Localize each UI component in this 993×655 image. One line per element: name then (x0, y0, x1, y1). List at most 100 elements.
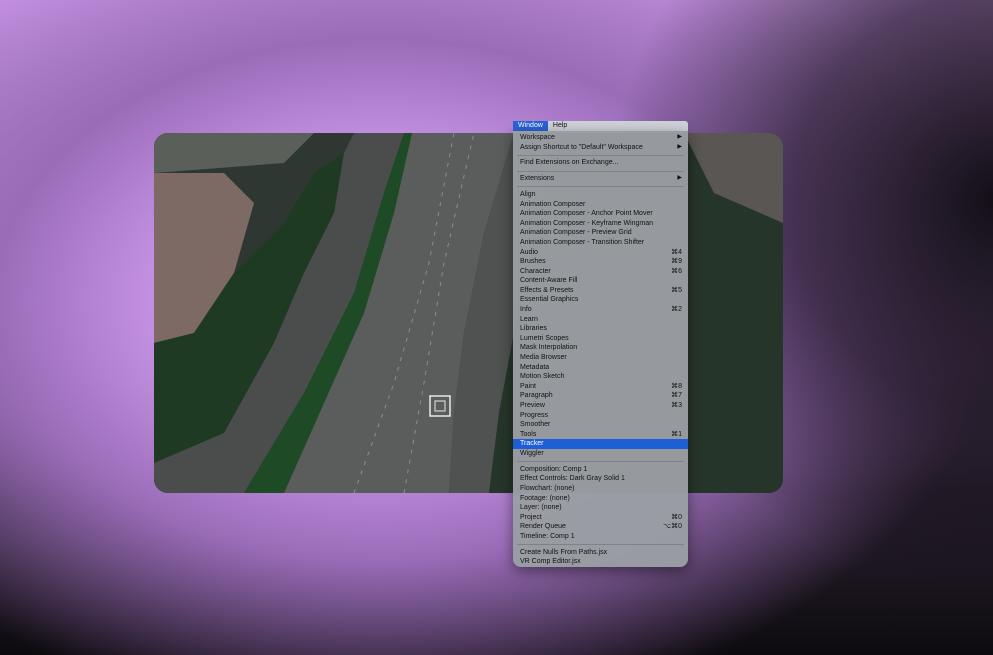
menu-item-label: Animation Composer - Transition Shifter (520, 238, 645, 246)
menu-item-animation-composer-keyframe-wingman[interactable]: Animation Composer - Keyframe Wingman (513, 219, 688, 229)
menu-item-label: Extensions (520, 175, 555, 183)
menu-item-label: Animation Composer (520, 200, 586, 208)
menu-item-label: Timeline: Comp 1 (520, 532, 575, 540)
menu-bar: Window Help (513, 121, 688, 131)
menu-item-shortcut: ⌘3 (671, 402, 682, 409)
menu-item-create-nulls-from-paths-jsx[interactable]: Create Nulls From Paths.jsx (513, 548, 688, 558)
menu-item-motion-sketch[interactable]: Motion Sketch (513, 372, 688, 382)
menu-item-preview[interactable]: Preview ⌘3 (513, 401, 688, 411)
menu-item-label: VR Comp Editor.jsx (520, 558, 581, 566)
menu-item-timeline-comp-1[interactable]: Timeline: Comp 1 (513, 532, 688, 542)
menu-item-flowchart-none[interactable]: Flowchart: (none) (513, 484, 688, 494)
menu-item-label: Assign Shortcut to "Default" Workspace (520, 143, 643, 151)
menu-item-composition-comp-1[interactable]: Composition: Comp 1 (513, 465, 688, 475)
menu-item-shortcut: ⌘0 (671, 513, 682, 521)
menu-item-libraries[interactable]: Libraries (513, 324, 688, 334)
menu-item-paragraph[interactable]: Paragraph ⌘7 (513, 391, 688, 401)
menu-item-brushes[interactable]: Brushes ⌘9 (513, 257, 688, 267)
menu-separator (517, 154, 684, 156)
menu-item-align[interactable]: Align (513, 190, 688, 200)
menu-item-label: Content-Aware Fill (520, 277, 578, 285)
menu-item-label: Character (520, 267, 551, 275)
menu-item-label: Media Browser (520, 354, 567, 362)
menu-item-label: Animation Composer - Preview Grid (520, 229, 632, 237)
menu-item-label: Effect Controls: Dark Gray Solid 1 (520, 475, 625, 483)
menu-separator (517, 170, 684, 172)
video-preview (154, 133, 783, 493)
triangle-right-icon: ▶ (677, 175, 682, 182)
menu-item-vr-comp-editor-jsx[interactable]: VR Comp Editor.jsx (513, 557, 688, 567)
menu-item-label: Render Queue (520, 523, 566, 531)
menu-item-character[interactable]: Character ⌘6 (513, 267, 688, 277)
menu-item-tools[interactable]: Tools ⌘1 (513, 430, 688, 440)
menu-item-label: Essential Graphics (520, 296, 579, 304)
menu-separator (517, 544, 684, 546)
menu-item-label: Animation Composer - Keyframe Wingman (520, 219, 654, 227)
triangle-right-icon: ▶ (677, 134, 682, 140)
menu-item-media-browser[interactable]: Media Browser (513, 353, 688, 363)
menu-item-progress[interactable]: Progress (513, 411, 688, 421)
menu-item-essential-graphics[interactable]: Essential Graphics (513, 295, 688, 305)
menu-item-label: Learn (520, 315, 538, 323)
menu-item-learn[interactable]: Learn (513, 315, 688, 325)
menu-item-paint[interactable]: Paint ⌘8 (513, 382, 688, 392)
menu-item-shortcut: ⌘6 (671, 267, 682, 275)
menu-item-label: Info (520, 306, 532, 314)
menu-item-lumetri-scopes[interactable]: Lumetri Scopes (513, 334, 688, 344)
menu-item-shortcut: ⌘5 (671, 286, 682, 294)
menu-item-label: Workspace (520, 134, 555, 141)
menu-item-animation-composer-preview-grid[interactable]: Animation Composer - Preview Grid (513, 228, 688, 238)
menu-item-shortcut: ⌘7 (671, 392, 682, 400)
menu-bar-window[interactable]: Window (513, 121, 548, 131)
menu-item-workspace[interactable]: Workspace ▶ (513, 133, 688, 143)
menu-item-project[interactable]: Project ⌘0 (513, 513, 688, 523)
menu-item-animation-composer[interactable]: Animation Composer (513, 200, 688, 210)
menu-item-assign-shortcut-to-default-workspace[interactable]: Assign Shortcut to "Default" Workspace ▶ (513, 143, 688, 153)
menu-separator (517, 461, 684, 463)
menu-item-audio[interactable]: Audio ⌘4 (513, 248, 688, 258)
menu-item-find-extensions-on-exchange[interactable]: Find Extensions on Exchange... (513, 158, 688, 168)
menu-item-footage-none[interactable]: Footage: (none) (513, 494, 688, 504)
menu-item-render-queue[interactable]: Render Queue ⌥⌘0 (513, 522, 688, 532)
menu-item-label: Progress (520, 411, 549, 419)
menu-item-animation-composer-transition-shifter[interactable]: Animation Composer - Transition Shifter (513, 238, 688, 248)
menu-item-metadata[interactable]: Metadata (513, 363, 688, 373)
menu-item-shortcut: ⌘9 (671, 258, 682, 266)
menu-item-label: Preview (520, 402, 545, 409)
menu-item-label: Animation Composer - Anchor Point Mover (520, 210, 653, 218)
triangle-right-icon: ▶ (677, 143, 682, 150)
menu-item-content-aware-fill[interactable]: Content-Aware Fill (513, 276, 688, 286)
menu-item-effect-controls-dark-gray-solid-1[interactable]: Effect Controls: Dark Gray Solid 1 (513, 474, 688, 484)
menu-item-label: Wiggler (520, 449, 544, 457)
menu-separator (517, 186, 684, 188)
highway-footage (154, 133, 783, 493)
menu-item-shortcut: ⌘1 (671, 430, 682, 438)
menu-item-tracker[interactable]: Tracker (513, 439, 688, 449)
menu-item-label: Lumetri Scopes (520, 334, 569, 342)
window-menu: Workspace ▶ Assign Shortcut to "Default" W… (513, 131, 688, 567)
menu-item-mask-interpolation[interactable]: Mask Interpolation (513, 343, 688, 353)
menu-item-label: Brushes (520, 258, 546, 266)
menu-item-shortcut: ⌘4 (671, 248, 682, 256)
menu-item-info[interactable]: Info ⌘2 (513, 305, 688, 315)
menu-item-label: Paint (520, 382, 536, 390)
menu-item-label: Project (520, 513, 542, 521)
menu-item-label: Mask Interpolation (520, 344, 578, 352)
menu-item-wiggler[interactable]: Wiggler (513, 449, 688, 459)
menu-item-shortcut: ⌥⌘0 (663, 523, 682, 531)
menu-item-animation-composer-anchor-point-mover[interactable]: Animation Composer - Anchor Point Mover (513, 209, 688, 219)
menu-item-label: Flowchart: (none) (520, 484, 575, 492)
menu-item-label: Paragraph (520, 392, 553, 400)
menu-item-label: Find Extensions on Exchange... (520, 159, 619, 167)
menu-item-effects-presets[interactable]: Effects & Presets ⌘5 (513, 286, 688, 296)
menu-item-layer-none[interactable]: Layer: (none) (513, 503, 688, 513)
menu-item-label: Footage: (none) (520, 494, 570, 502)
menu-item-label: Metadata (520, 363, 550, 371)
menu-item-label: Effects & Presets (520, 286, 574, 294)
menu-item-extensions[interactable]: Extensions ▶ (513, 174, 688, 184)
menu-item-shortcut: ⌘2 (671, 306, 682, 314)
menu-item-label: Smoother (520, 421, 551, 429)
menu-bar-help[interactable]: Help (548, 121, 572, 131)
menu-item-smoother[interactable]: Smoother (513, 420, 688, 430)
menu-item-label: Audio (520, 248, 538, 256)
